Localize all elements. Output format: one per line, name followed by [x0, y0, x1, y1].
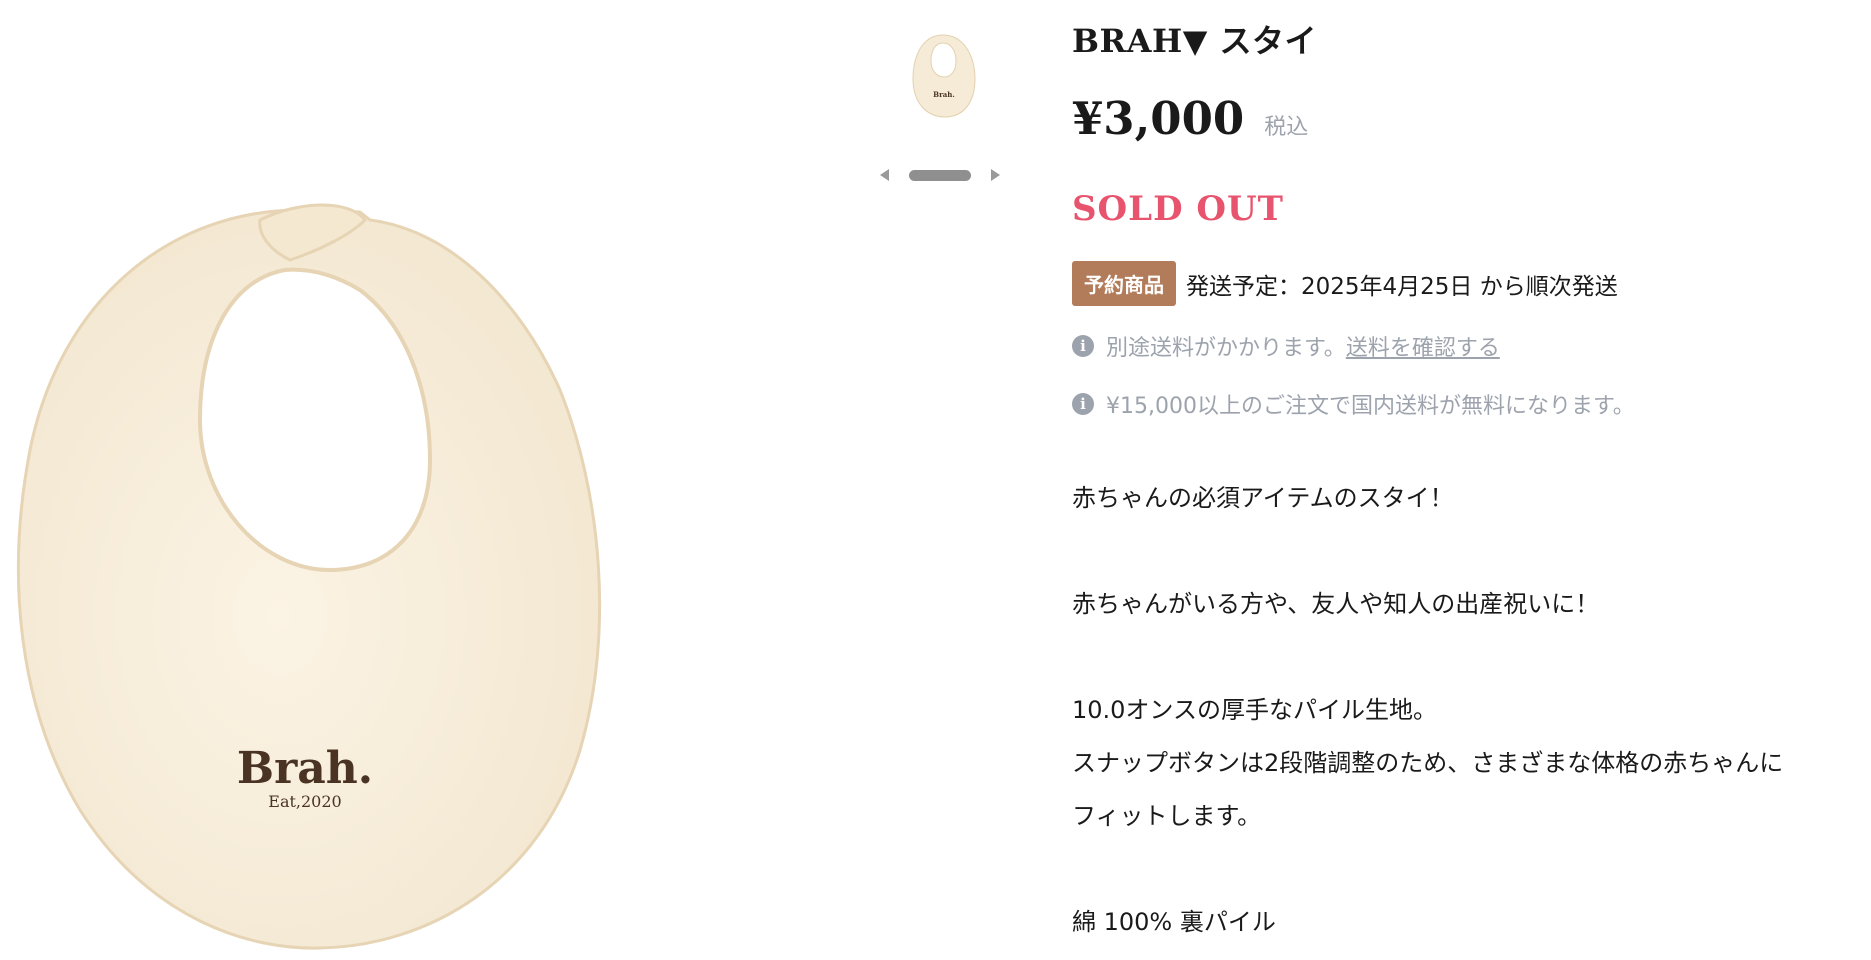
shipping-note: 別途送料がかかります。	[1106, 336, 1346, 361]
description-line: フィットします。	[1072, 802, 1262, 830]
free-shipping-note: ¥15,000以上のご注文で国内送料が無料になります。	[1106, 394, 1635, 419]
thumbnail-item[interactable]: Brah.	[906, 30, 982, 120]
info-icon: i	[1072, 335, 1094, 357]
bib-logo-sub: Eat,2020	[268, 792, 341, 811]
description-line: スナップボタンは2段階調整のため、さまざまな体格の赤ちゃんに	[1072, 749, 1784, 777]
bib-image: Brah. Eat,2020	[16, 203, 602, 950]
tax-label: 税込	[1264, 115, 1309, 140]
chevron-left-icon[interactable]	[880, 169, 889, 181]
reserve-row: 予約商品 発送予定：2025年4月25日 から順次発送	[1072, 261, 1862, 306]
shipping-note-row: i 別途送料がかかります。 送料を確認する	[1072, 330, 1862, 362]
price-row: ¥3,000 税込	[1072, 92, 1862, 145]
free-shipping-row: i ¥15,000以上のご注文で国内送料が無料になります。	[1072, 388, 1862, 420]
reserve-badge: 予約商品	[1072, 261, 1176, 306]
thumbnail-scroller	[880, 164, 1000, 186]
svg-text:Brah.: Brah.	[933, 90, 955, 99]
shipping-link[interactable]: 送料を確認する	[1346, 330, 1500, 362]
product-title: BRAH▼ スタイ	[1072, 22, 1317, 60]
product-main-image[interactable]: Brah. Eat,2020	[0, 190, 610, 956]
thumbnail-scrollbar[interactable]	[909, 169, 971, 181]
shipping-schedule: 発送予定：2025年4月25日 から順次発送	[1186, 273, 1618, 300]
thumbnail-bib-image: Brah.	[912, 34, 976, 118]
product-description: 赤ちゃんの必須アイテムのスタイ！ 赤ちゃんがいる方や、友人や知人の出産祝いに！ …	[1072, 472, 1862, 949]
description-line: 赤ちゃんがいる方や、友人や知人の出産祝いに！	[1072, 590, 1600, 618]
product-info: BRAH▼ スタイ ¥3,000 税込 SOLD OUT 予約商品 発送予定：2…	[1072, 18, 1862, 949]
description-line: 綿 100% 裏パイル	[1072, 908, 1276, 936]
description-line: 赤ちゃんの必須アイテムのスタイ！	[1072, 484, 1454, 512]
thumbnail-list: Brah.	[895, 30, 995, 120]
chevron-right-icon[interactable]	[991, 169, 1000, 181]
description-line: 10.0オンスの厚手なパイル生地。	[1072, 696, 1437, 724]
info-icon: i	[1072, 393, 1094, 415]
product-price: ¥3,000	[1072, 92, 1245, 145]
bib-logo: Brah.	[237, 743, 373, 794]
sold-out-status: SOLD OUT	[1072, 189, 1284, 229]
